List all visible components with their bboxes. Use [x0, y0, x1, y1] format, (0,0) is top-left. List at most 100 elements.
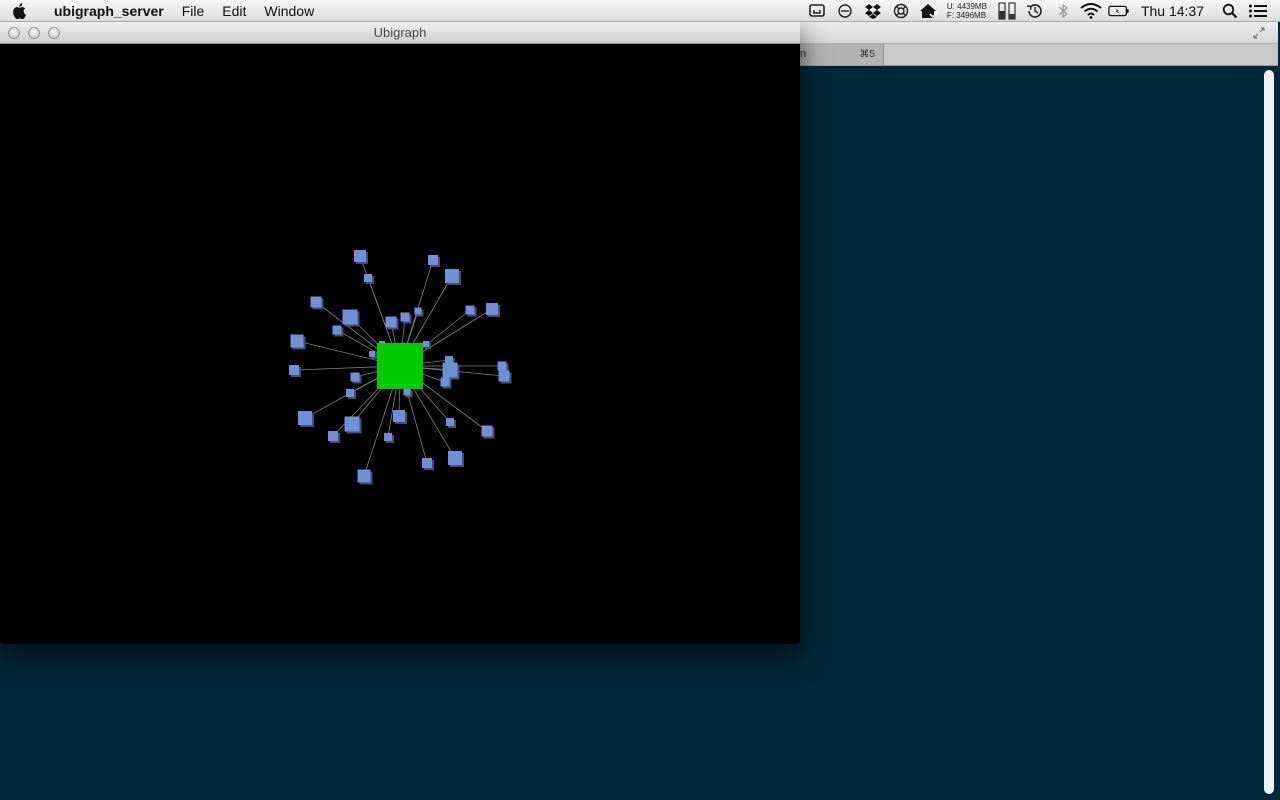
graph-leaf-node[interactable]	[384, 433, 394, 443]
leaf-node-face	[310, 296, 322, 308]
graph-leaf-node[interactable]	[448, 451, 464, 467]
graph-leaf-node[interactable]	[498, 370, 512, 384]
graph-leaf-node[interactable]	[403, 388, 413, 398]
graph-leaf-node[interactable]	[298, 411, 314, 427]
leaf-node-face	[446, 418, 454, 426]
wifi-icon[interactable]	[1080, 0, 1102, 22]
leaf-node-face	[497, 361, 507, 371]
graph-leaf-node[interactable]	[385, 316, 399, 330]
graph-leaf-node[interactable]	[422, 458, 434, 470]
graph-leaf-node[interactable]	[481, 425, 495, 439]
memory-bars-icon[interactable]	[996, 0, 1018, 22]
leaf-node-face	[354, 250, 366, 262]
leaf-node-face	[422, 458, 432, 468]
home-sync-icon[interactable]	[918, 0, 940, 22]
leaf-node-face	[498, 370, 510, 382]
memory-monitor[interactable]: U: 4439MB F: 3496MB	[947, 2, 987, 20]
leaf-node-face	[369, 351, 375, 357]
zoom-window-button[interactable]	[48, 27, 60, 39]
background-window-content	[780, 66, 1260, 800]
graph-leaf-node[interactable]	[364, 274, 374, 284]
leaf-node-face	[384, 433, 392, 441]
leaf-node-face	[486, 303, 498, 315]
spotlight-search-icon[interactable]	[1219, 0, 1241, 22]
graph-canvas[interactable]	[0, 44, 800, 644]
background-window-tabbar: n ⌘5	[780, 44, 1278, 66]
graph-leaf-node[interactable]	[428, 255, 440, 267]
leaf-node-face	[357, 469, 371, 483]
leaf-node-face	[481, 425, 493, 437]
graph-leaf-node[interactable]	[357, 469, 373, 485]
leaf-node-face	[428, 255, 438, 265]
graph-leaf-node[interactable]	[342, 309, 360, 327]
graph-leaf-node[interactable]	[465, 305, 477, 317]
leaf-node-face	[385, 316, 397, 328]
battery-icon[interactable]	[1108, 0, 1130, 22]
graph-leaf-node[interactable]	[328, 431, 340, 443]
center-node-face[interactable]	[377, 343, 423, 389]
minimize-window-button[interactable]	[28, 27, 40, 39]
leaf-node-face	[332, 325, 342, 335]
leaf-node-face	[346, 389, 354, 397]
graph-leaf-node[interactable]	[310, 296, 324, 310]
menu-window[interactable]: Window	[255, 0, 323, 22]
leaf-node-face	[364, 274, 372, 282]
leaf-node-face	[403, 388, 411, 396]
window-titlebar[interactable]: Ubigraph	[0, 22, 800, 44]
leaf-node-face	[400, 312, 410, 322]
memory-used: U: 4439MB	[946, 1, 987, 11]
leaf-node-face	[342, 309, 358, 325]
leaf-node-face	[290, 334, 304, 348]
scrollbar-track[interactable]	[1264, 70, 1274, 794]
leaf-node-face	[440, 377, 450, 387]
ubigraph-window[interactable]: Ubigraph	[0, 22, 800, 644]
leaf-node-face	[350, 372, 360, 382]
leaf-node-face	[328, 431, 338, 441]
menu-bar: ubigraph_server File Edit Window U: 4439…	[0, 0, 1280, 22]
menu-clock[interactable]: Thu 14:37	[1141, 3, 1204, 19]
tab-label: n	[800, 48, 807, 60]
graph-leaf-node[interactable]	[393, 410, 407, 424]
graph-leaf-node[interactable]	[446, 418, 456, 428]
window-title: Ubigraph	[373, 25, 427, 40]
leaf-node-face	[298, 411, 312, 425]
graph-leaf-node[interactable]	[350, 372, 362, 384]
close-window-button[interactable]	[8, 27, 20, 39]
graph-leaf-node[interactable]	[290, 334, 306, 350]
lifebuoy-icon[interactable]	[890, 0, 912, 22]
leaf-node-face	[289, 365, 299, 375]
leaf-node-face	[448, 451, 462, 465]
leaf-node-face	[445, 269, 459, 283]
graph-leaf-node[interactable]	[332, 325, 344, 337]
apple-menu-icon[interactable]	[0, 0, 40, 22]
graph-leaf-node[interactable]	[354, 250, 368, 264]
leaf-node-face	[414, 307, 422, 315]
background-window[interactable]: n ⌘5	[780, 22, 1278, 800]
graph-leaf-node[interactable]	[442, 362, 460, 380]
leaf-node-face	[393, 410, 405, 422]
memory-free: F: 3496MB	[946, 10, 987, 20]
dropbox-icon[interactable]	[862, 0, 884, 22]
do-not-disturb-icon[interactable]	[834, 0, 856, 22]
leaf-node-face	[465, 305, 475, 315]
display-icon[interactable]	[806, 0, 828, 22]
time-machine-icon[interactable]	[1024, 0, 1046, 22]
graph-leaf-node[interactable]	[344, 416, 362, 434]
leaf-node-face	[344, 416, 360, 432]
menu-edit[interactable]: Edit	[213, 0, 255, 22]
background-window-titlebar[interactable]	[780, 22, 1278, 44]
graph-leaf-node[interactable]	[289, 365, 301, 377]
menu-app-name[interactable]: ubigraph_server	[40, 0, 173, 22]
tab-shortcut: ⌘5	[859, 49, 875, 60]
graph-leaf-node[interactable]	[400, 312, 412, 324]
graph-center-node[interactable]	[377, 343, 423, 389]
bluetooth-icon[interactable]	[1052, 0, 1074, 22]
notification-center-icon[interactable]	[1247, 0, 1269, 22]
menu-file[interactable]: File	[173, 0, 214, 22]
scrollbar[interactable]	[1260, 66, 1278, 800]
leaf-node-face	[423, 341, 429, 347]
graph-leaf-node[interactable]	[486, 303, 500, 317]
fullscreen-icon[interactable]	[1252, 26, 1266, 40]
leaf-node-face	[442, 362, 458, 378]
graph-leaf-node[interactable]	[445, 269, 461, 285]
